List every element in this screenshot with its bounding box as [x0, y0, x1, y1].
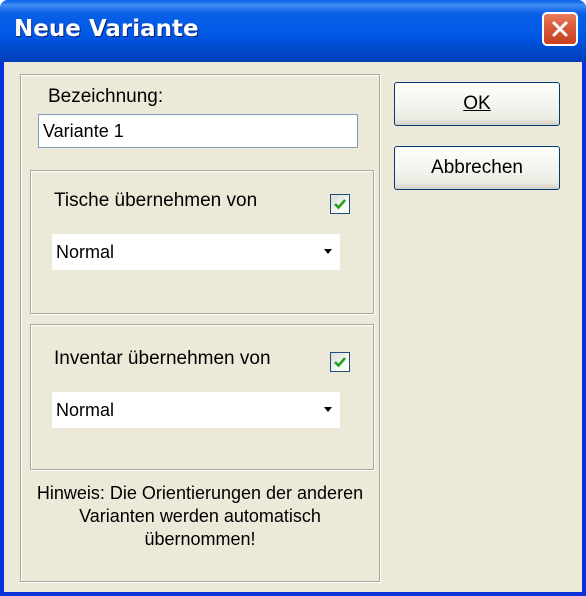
tische-checkbox[interactable]: [330, 194, 350, 214]
cancel-button-label: Abbrechen: [431, 157, 523, 178]
window-title: Neue Variante: [14, 16, 199, 42]
inventar-select[interactable]: Normal: [52, 392, 340, 428]
ok-button[interactable]: OK: [394, 82, 560, 126]
close-button[interactable]: [542, 12, 578, 46]
checkmark-icon: [334, 357, 346, 368]
inventar-label: Inventar übernehmen von: [54, 348, 271, 369]
dropdown-arrow-icon[interactable]: [324, 249, 332, 254]
title-bar[interactable]: Neue Variante: [0, 0, 586, 62]
dropdown-arrow-icon[interactable]: [324, 407, 332, 412]
tische-select-value: Normal: [56, 242, 115, 262]
dialog-window: Neue Variante Bezeichnung: Variante 1 Ti…: [0, 0, 586, 596]
inventar-checkbox[interactable]: [330, 352, 350, 372]
tische-label: Tische übernehmen von: [54, 190, 258, 211]
hint-text: Hinweis: Die Orientierungen der anderen …: [36, 483, 364, 549]
inventar-select-value: Normal: [56, 400, 115, 420]
close-icon: [552, 21, 568, 37]
dialog-body: Bezeichnung: Variante 1 Tische übernehme…: [4, 62, 582, 592]
ok-button-label: OK: [463, 93, 491, 114]
cancel-button[interactable]: Abbrechen: [394, 146, 560, 190]
tische-select[interactable]: Normal: [52, 234, 340, 270]
bezeichnung-input[interactable]: Variante 1: [38, 114, 358, 148]
bezeichnung-label: Bezeichnung:: [48, 86, 164, 107]
checkmark-icon: [334, 199, 346, 210]
